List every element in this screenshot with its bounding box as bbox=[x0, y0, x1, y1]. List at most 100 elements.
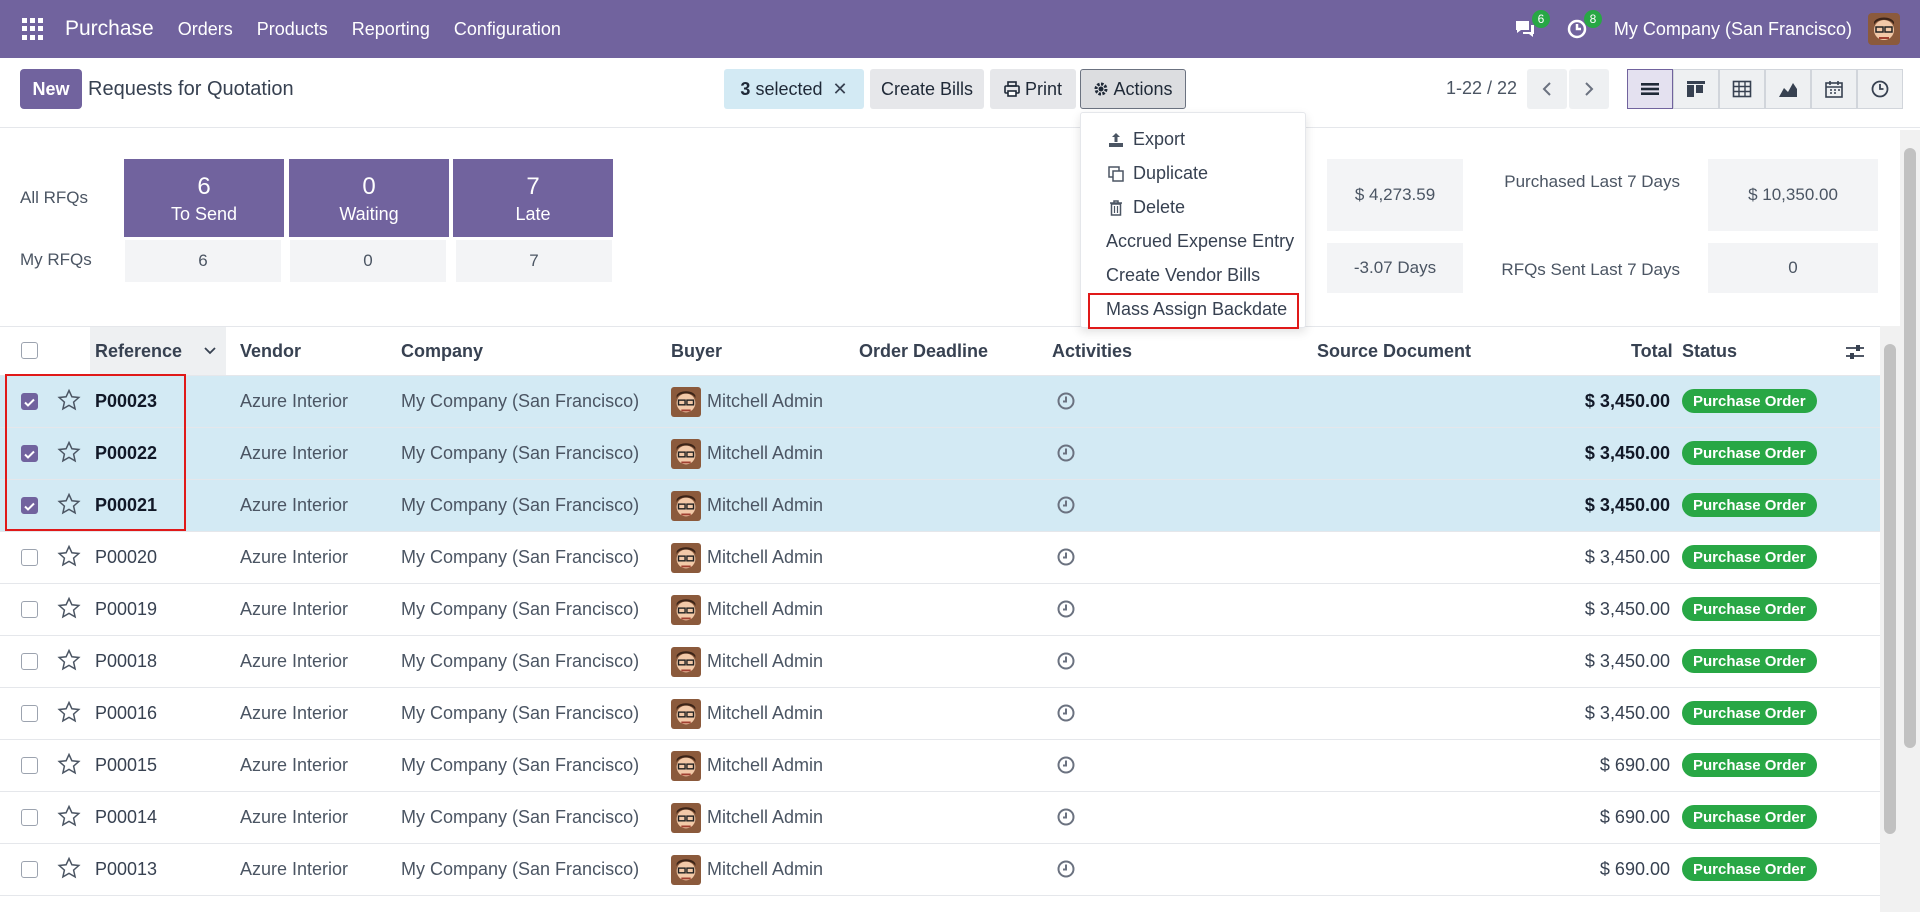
list-view-icon[interactable] bbox=[1627, 69, 1673, 109]
activity-clock-icon[interactable] bbox=[1056, 391, 1076, 411]
app-brand[interactable]: Purchase bbox=[65, 17, 154, 41]
page-scrollbar-thumb[interactable] bbox=[1904, 148, 1916, 748]
sort-chevron-icon[interactable] bbox=[203, 345, 217, 357]
row-checkbox[interactable] bbox=[21, 705, 38, 722]
action-duplicate[interactable]: Duplicate bbox=[1107, 163, 1208, 184]
activities-clock-icon[interactable]: 8 bbox=[1562, 10, 1602, 44]
tile-waiting[interactable]: 0 Waiting bbox=[289, 159, 449, 237]
star-icon[interactable] bbox=[57, 856, 81, 880]
graph-view-icon[interactable] bbox=[1765, 69, 1811, 109]
status-badge: Purchase Order bbox=[1682, 441, 1817, 465]
table-scrollbar[interactable] bbox=[1880, 326, 1900, 912]
header-status[interactable]: Status bbox=[1682, 341, 1737, 362]
star-icon[interactable] bbox=[57, 700, 81, 724]
cell-total: $ 3,450.00 bbox=[1584, 547, 1670, 567]
menu-configuration[interactable]: Configuration bbox=[454, 19, 561, 40]
actions-dropdown-menu: Export Duplicate Delete Accrued Expense … bbox=[1080, 112, 1306, 329]
header-reference[interactable]: Reference bbox=[95, 341, 182, 362]
activity-view-icon[interactable] bbox=[1857, 69, 1903, 109]
header-source-document[interactable]: Source Document bbox=[1317, 341, 1471, 362]
row-checkbox[interactable] bbox=[21, 757, 38, 774]
print-button[interactable]: Print bbox=[990, 69, 1076, 109]
selected-count: 3 bbox=[740, 78, 751, 99]
table-row[interactable]: P00021 Azure Interior My Company (San Fran… bbox=[0, 480, 1880, 532]
menu-reporting[interactable]: Reporting bbox=[352, 19, 430, 40]
action-create-vendor-bills[interactable]: Create Vendor Bills bbox=[1106, 265, 1260, 286]
pivot-view-icon[interactable] bbox=[1719, 69, 1765, 109]
create-bills-button[interactable]: Create Bills bbox=[870, 69, 984, 109]
star-icon[interactable] bbox=[57, 648, 81, 672]
activity-clock-icon[interactable] bbox=[1056, 599, 1076, 619]
row-checkbox[interactable] bbox=[21, 549, 38, 566]
row-checkbox[interactable] bbox=[21, 653, 38, 670]
purchased-last-7-value: $ 10,350.00 bbox=[1708, 159, 1878, 231]
table-row[interactable]: P00015 Azure Interior My Company (San Fran… bbox=[0, 740, 1880, 792]
select-all-checkbox[interactable] bbox=[21, 342, 38, 359]
star-icon[interactable] bbox=[57, 544, 81, 568]
optional-columns-icon[interactable] bbox=[1845, 343, 1865, 361]
activity-clock-icon[interactable] bbox=[1056, 703, 1076, 723]
star-icon[interactable] bbox=[57, 804, 81, 828]
my-late[interactable]: 7 bbox=[456, 240, 612, 282]
calendar-view-icon[interactable] bbox=[1811, 69, 1857, 109]
buyer-avatar bbox=[671, 387, 701, 417]
my-waiting[interactable]: 0 bbox=[290, 240, 446, 282]
menu-products[interactable]: Products bbox=[257, 19, 328, 40]
header-company[interactable]: Company bbox=[401, 341, 483, 362]
table-row[interactable]: P00020 Azure Interior My Company (San Fran… bbox=[0, 532, 1880, 584]
row-checkbox[interactable] bbox=[21, 861, 38, 878]
status-badge: Purchase Order bbox=[1682, 805, 1817, 829]
header-total[interactable]: Total bbox=[1631, 341, 1673, 362]
tile-to-send[interactable]: 6 To Send bbox=[124, 159, 284, 237]
pager-value[interactable]: 1-22 / 22 bbox=[1446, 78, 1517, 99]
selection-indicator: 3 selected ✕ bbox=[724, 69, 864, 109]
table-row[interactable]: P00022 Azure Interior My Company (San Fran… bbox=[0, 428, 1880, 480]
cell-buyer: Mitchell Admin bbox=[707, 755, 824, 775]
row-checkbox[interactable] bbox=[21, 809, 38, 826]
new-button[interactable]: New bbox=[20, 69, 82, 109]
buyer-avatar bbox=[671, 543, 701, 573]
actions-button[interactable]: Actions bbox=[1080, 69, 1186, 109]
star-icon[interactable] bbox=[57, 596, 81, 620]
header-vendor[interactable]: Vendor bbox=[240, 341, 301, 362]
table-scrollbar-thumb[interactable] bbox=[1884, 344, 1896, 834]
activity-clock-icon[interactable] bbox=[1056, 859, 1076, 879]
cell-vendor: Azure Interior bbox=[240, 547, 349, 567]
activity-clock-icon[interactable] bbox=[1056, 443, 1076, 463]
tile-late[interactable]: 7 Late bbox=[453, 159, 613, 237]
table-row[interactable]: P00018 Azure Interior My Company (San Fran… bbox=[0, 636, 1880, 688]
activity-clock-icon[interactable] bbox=[1056, 807, 1076, 827]
header-buyer[interactable]: Buyer bbox=[671, 341, 722, 362]
action-duplicate-label: Duplicate bbox=[1133, 163, 1209, 183]
action-export[interactable]: Export bbox=[1107, 129, 1185, 150]
menu-orders[interactable]: Orders bbox=[178, 19, 233, 40]
activity-clock-icon[interactable] bbox=[1056, 651, 1076, 671]
my-to-send[interactable]: 6 bbox=[125, 240, 281, 282]
all-rfqs-label: All RFQs bbox=[20, 188, 88, 207]
messages-badge: 6 bbox=[1531, 10, 1550, 28]
company-switcher[interactable]: My Company (San Francisco) bbox=[1614, 19, 1852, 40]
table-row[interactable]: P00019 Azure Interior My Company (San Fran… bbox=[0, 584, 1880, 636]
activity-clock-icon[interactable] bbox=[1056, 755, 1076, 775]
header-activities[interactable]: Activities bbox=[1052, 341, 1132, 362]
pager-next-icon[interactable] bbox=[1569, 69, 1609, 109]
activity-clock-icon[interactable] bbox=[1056, 547, 1076, 567]
header-order-deadline[interactable]: Order Deadline bbox=[859, 341, 988, 362]
page-scrollbar[interactable] bbox=[1900, 130, 1920, 912]
table-row[interactable]: P00013 Azure Interior My Company (San Fran… bbox=[0, 844, 1880, 896]
table-row[interactable]: P00016 Azure Interior My Company (San Fran… bbox=[0, 688, 1880, 740]
cell-vendor: Azure Interior bbox=[240, 651, 349, 671]
apps-menu-icon[interactable] bbox=[22, 18, 44, 40]
pager-previous-icon[interactable] bbox=[1527, 69, 1567, 109]
user-avatar[interactable] bbox=[1868, 13, 1900, 45]
kanban-view-icon[interactable] bbox=[1673, 69, 1719, 109]
action-accrued-expense-entry[interactable]: Accrued Expense Entry bbox=[1106, 231, 1294, 252]
clear-selection-icon[interactable]: ✕ bbox=[832, 79, 847, 100]
action-delete[interactable]: Delete bbox=[1107, 197, 1185, 218]
messages-icon[interactable]: 6 bbox=[1510, 10, 1550, 44]
row-checkbox[interactable] bbox=[21, 601, 38, 618]
star-icon[interactable] bbox=[57, 752, 81, 776]
activity-clock-icon[interactable] bbox=[1056, 495, 1076, 515]
table-row[interactable]: P00023 Azure Interior My Company (San Fran… bbox=[0, 376, 1880, 428]
table-row[interactable]: P00014 Azure Interior My Company (San Fran… bbox=[0, 792, 1880, 844]
